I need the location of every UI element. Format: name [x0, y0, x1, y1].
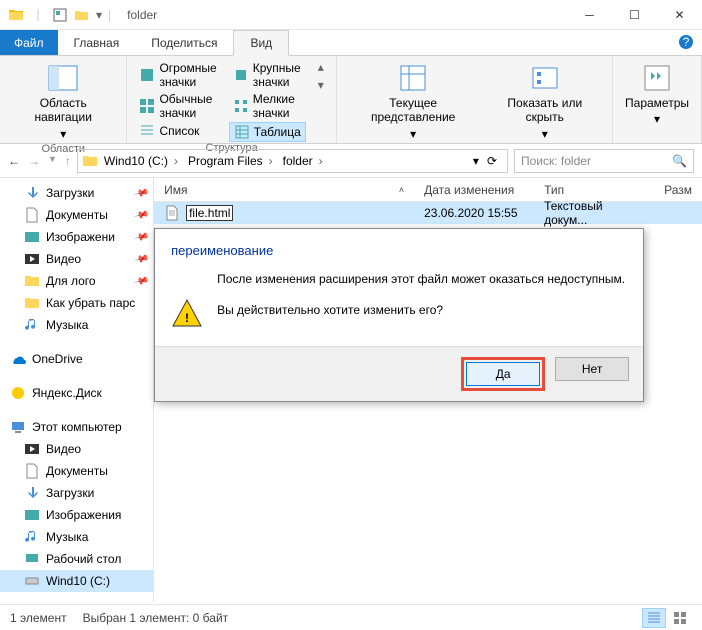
dialog-title: переименование: [171, 243, 627, 258]
maximize-button[interactable]: ☐: [612, 0, 657, 30]
sidebar-item-yandex[interactable]: Яндекс.Диск: [0, 382, 153, 404]
current-view-button[interactable]: Текущее представление▾: [345, 60, 482, 143]
search-icon: 🔍: [672, 154, 687, 168]
dialog-line1: После изменения расширения этот файл мож…: [217, 270, 625, 289]
sidebar-item-logo[interactable]: Для лого📌: [0, 270, 153, 292]
new-folder-icon[interactable]: [74, 7, 90, 23]
sidebar-item-images[interactable]: Изображени📌: [0, 226, 153, 248]
tab-view[interactable]: Вид: [233, 30, 289, 56]
nav-history[interactable]: ▼: [48, 154, 57, 168]
ribbon-tabs: Файл Главная Поделиться Вид ?: [0, 30, 702, 56]
status-bar: 1 элемент Выбран 1 элемент: 0 байт: [0, 604, 702, 630]
nav-bar: ← → ▼ ↑ Wind10 (C:) Program Files folder…: [0, 144, 702, 178]
status-count: 1 элемент: [10, 611, 67, 625]
sidebar-item-music2[interactable]: Музыка: [0, 526, 153, 548]
dialog-no-button[interactable]: Нет: [555, 357, 629, 381]
help-icon[interactable]: ?: [678, 34, 694, 50]
ribbon: Область навигации▾ Области Огромные знач…: [0, 56, 702, 144]
svg-text:?: ?: [683, 35, 690, 49]
sidebar: Загрузки📌 Документы📌 Изображени📌 Видео📌 …: [0, 178, 154, 602]
dialog-yes-button[interactable]: Да: [466, 362, 540, 386]
show-hide-button[interactable]: Показать или скрыть▾: [486, 60, 605, 143]
view-table[interactable]: Таблица: [229, 122, 306, 142]
icons-view-icon[interactable]: [668, 608, 692, 628]
svg-text:!: !: [185, 311, 189, 325]
sidebar-item-documents2[interactable]: Документы: [0, 460, 153, 482]
file-type: Текстовый докум...: [534, 199, 654, 227]
tab-home[interactable]: Главная: [58, 30, 136, 55]
tab-share[interactable]: Поделиться: [135, 30, 233, 55]
options-button[interactable]: Параметры▾: [621, 60, 693, 129]
folder-icon: [8, 7, 24, 23]
sidebar-item-onedrive[interactable]: OneDrive: [0, 348, 153, 370]
nav-forward: →: [28, 154, 40, 168]
view-scroll-down[interactable]: ▾: [318, 78, 324, 92]
sidebar-item-downloads[interactable]: Загрузки📌: [0, 182, 153, 204]
nav-up[interactable]: ↑: [65, 154, 71, 168]
refresh-icon[interactable]: ⟳: [481, 154, 503, 168]
sidebar-item-thispc[interactable]: Этот компьютер: [0, 416, 153, 438]
sidebar-item-howto[interactable]: Как убрать парс: [0, 292, 153, 314]
details-view-icon[interactable]: [642, 608, 666, 628]
sidebar-item-desktop[interactable]: Рабочий стол: [0, 548, 153, 570]
tab-file[interactable]: Файл: [0, 30, 58, 55]
window-title: folder: [111, 8, 567, 22]
file-icon: [164, 205, 180, 221]
folder-icon: [82, 153, 98, 169]
view-normal-icons[interactable]: Обычные значки: [135, 91, 220, 121]
sidebar-item-documents[interactable]: Документы📌: [0, 204, 153, 226]
nav-back[interactable]: ←: [8, 154, 20, 168]
navpane-button[interactable]: Область навигации▾: [8, 60, 118, 143]
view-huge-icons[interactable]: Огромные значки: [135, 60, 220, 90]
minimize-button[interactable]: ─: [567, 0, 612, 30]
file-name-edit[interactable]: file.html: [186, 205, 233, 221]
status-selected: Выбран 1 элемент: 0 байт: [83, 611, 229, 625]
properties-icon[interactable]: [52, 7, 68, 23]
file-row[interactable]: file.html 23.06.2020 15:55 Текстовый док…: [154, 202, 702, 224]
sidebar-item-music[interactable]: Музыка: [0, 314, 153, 336]
sidebar-item-cdrive[interactable]: Wind10 (C:): [0, 570, 153, 592]
sidebar-item-images2[interactable]: Изображения: [0, 504, 153, 526]
rename-dialog: переименование ! После изменения расшире…: [154, 228, 644, 402]
search-input[interactable]: Поиск: folder 🔍: [514, 149, 694, 173]
sidebar-item-downloads2[interactable]: Загрузки: [0, 482, 153, 504]
file-list: Имя˄ Дата изменения Тип Разм file.html 2…: [154, 178, 702, 602]
warning-icon: !: [171, 298, 203, 330]
dialog-line2: Вы действительно хотите изменить его?: [217, 301, 625, 320]
crumb-folder[interactable]: folder: [279, 154, 327, 168]
crumb-progfiles[interactable]: Program Files: [184, 154, 277, 168]
sidebar-item-video2[interactable]: Видео: [0, 438, 153, 460]
crumb-drive[interactable]: Wind10 (C:): [100, 154, 182, 168]
qat-divider: [30, 7, 46, 23]
view-scroll-up[interactable]: ▴: [318, 60, 324, 74]
file-date: 23.06.2020 15:55: [414, 206, 534, 220]
titlebar: ▾ | folder ─ ☐ ✕: [0, 0, 702, 30]
sidebar-item-video[interactable]: Видео📌: [0, 248, 153, 270]
breadcrumb[interactable]: Wind10 (C:) Program Files folder ▾ ⟳: [77, 149, 508, 173]
view-small-icons[interactable]: Мелкие значки: [229, 91, 306, 121]
qat-dropdown[interactable]: ▾: [96, 8, 102, 22]
view-large-icons[interactable]: Крупные значки: [229, 60, 306, 90]
view-list[interactable]: Список: [135, 122, 220, 140]
close-button[interactable]: ✕: [657, 0, 702, 30]
